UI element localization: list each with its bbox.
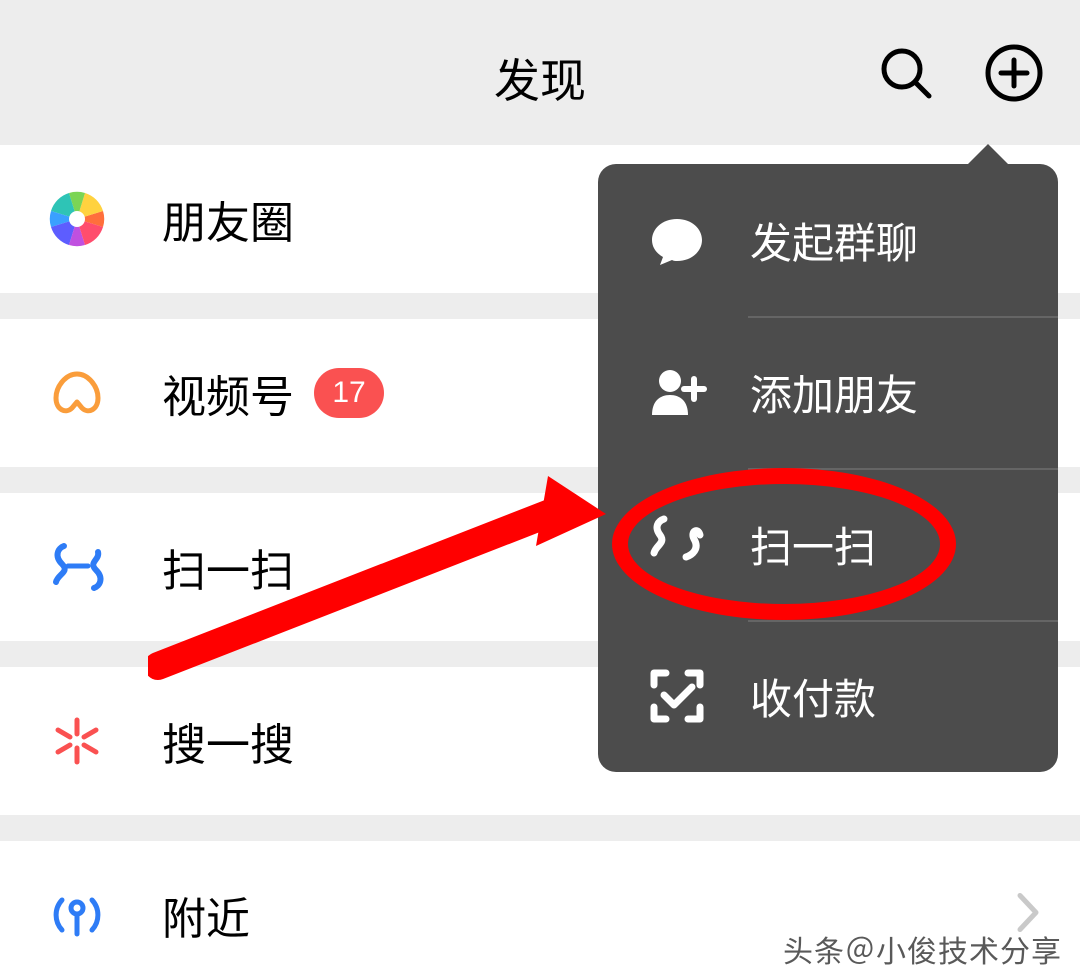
header-actions — [876, 43, 1044, 103]
popup-label: 扫一扫 — [750, 514, 876, 575]
plus-icon[interactable] — [984, 43, 1044, 103]
moments-icon — [48, 190, 106, 248]
search-asterisk-icon — [48, 712, 106, 770]
row-label: 扫一扫 — [162, 535, 294, 599]
chat-bubble-icon — [644, 207, 710, 273]
popup-item-add-friend[interactable]: 添加朋友 — [598, 316, 1058, 468]
separator — [0, 815, 1080, 841]
popup-item-group-chat[interactable]: 发起群聊 — [598, 164, 1058, 316]
row-label: 搜一搜 — [162, 709, 294, 773]
row-label: 视频号 — [162, 361, 294, 425]
channels-icon — [48, 364, 106, 422]
nearby-icon — [48, 886, 106, 944]
popup-item-money[interactable]: 收付款 — [598, 620, 1058, 772]
scan-icon — [48, 538, 106, 596]
scan-qr-icon — [644, 511, 710, 577]
popup-label: 收付款 — [750, 666, 876, 727]
unread-badge: 17 — [314, 368, 384, 418]
header: 发现 — [0, 0, 1080, 145]
popup-label: 添加朋友 — [750, 362, 918, 423]
plus-popup-menu: 发起群聊 添加朋友 扫一扫 — [598, 164, 1058, 772]
popup-item-scan[interactable]: 扫一扫 — [598, 468, 1058, 620]
page-title: 发现 — [494, 45, 586, 111]
row-label: 朋友圈 — [162, 187, 294, 251]
row-label: 附近 — [162, 883, 250, 947]
popup-label: 发起群聊 — [750, 210, 918, 271]
add-friend-icon — [644, 359, 710, 425]
search-icon[interactable] — [876, 43, 936, 103]
watermark: 头条＠小俊技术分享 — [783, 927, 1062, 971]
payment-icon — [644, 663, 710, 729]
